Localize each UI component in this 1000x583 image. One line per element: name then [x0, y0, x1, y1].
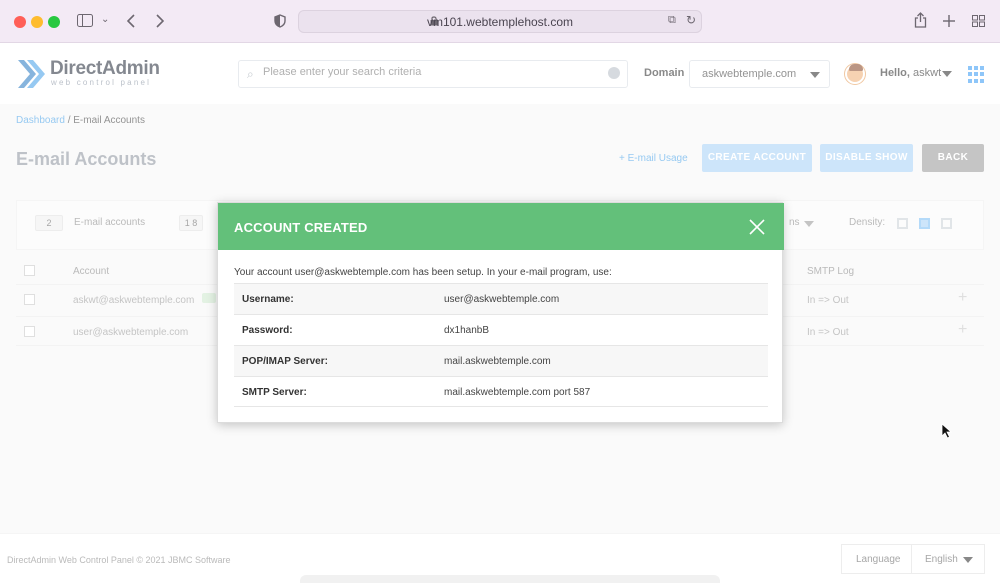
forward-arrow-icon[interactable] — [155, 14, 164, 28]
info-value: dx1hanbB — [444, 325, 490, 336]
cursor-icon — [941, 423, 953, 439]
sidebar-dropdown-icon[interactable]: ⌄ — [101, 15, 109, 25]
info-row-username: Username: user@askwebtemple.com — [234, 283, 768, 314]
close-window-button[interactable] — [14, 16, 26, 28]
zoom-window-button[interactable] — [48, 16, 60, 28]
info-value: mail.askwebtemple.com — [444, 356, 551, 367]
info-label: POP/IMAP Server: — [242, 356, 328, 367]
modal-intro-text: Your account user@askwebtemple.com has b… — [234, 267, 612, 278]
info-value: user@askwebtemple.com — [444, 294, 560, 305]
info-row-password: Password: dx1hanbB — [234, 314, 768, 345]
shield-icon[interactable] — [274, 14, 286, 28]
info-label: SMTP Server: — [242, 387, 307, 398]
new-tab-icon[interactable] — [943, 15, 955, 27]
modal-header: ACCOUNT CREATED — [218, 203, 784, 250]
info-value: mail.askwebtemple.com port 587 — [444, 387, 591, 398]
back-arrow-icon[interactable] — [127, 14, 136, 28]
info-row-pop-imap: POP/IMAP Server: mail.askwebtemple.com — [234, 345, 768, 376]
url-text: vm101.webtemplehost.com — [426, 15, 574, 29]
modal-title: ACCOUNT CREATED — [234, 220, 368, 235]
translate-icon[interactable]: ⧉ — [668, 15, 676, 26]
account-info-table: Username: user@askwebtemple.com Password… — [234, 283, 768, 407]
account-created-modal: ACCOUNT CREATED Your account user@askweb… — [217, 202, 784, 423]
minimize-window-button[interactable] — [31, 16, 43, 28]
dock-edge — [300, 575, 720, 583]
close-icon[interactable] — [748, 218, 766, 236]
address-bar[interactable]: vm101.webtemplehost.com ⧉ ↻ — [298, 10, 702, 33]
sidebar-icon[interactable] — [77, 14, 93, 27]
info-label: Password: — [242, 325, 293, 336]
tab-overview-icon[interactable] — [972, 15, 985, 27]
browser-toolbar: ⌄ vm101.webtemplehost.com ⧉ ↻ — [0, 0, 1000, 43]
info-label: Username: — [242, 294, 294, 305]
share-icon[interactable] — [914, 12, 927, 28]
reload-icon[interactable]: ↻ — [686, 14, 696, 26]
info-row-smtp: SMTP Server: mail.askwebtemple.com port … — [234, 376, 768, 407]
